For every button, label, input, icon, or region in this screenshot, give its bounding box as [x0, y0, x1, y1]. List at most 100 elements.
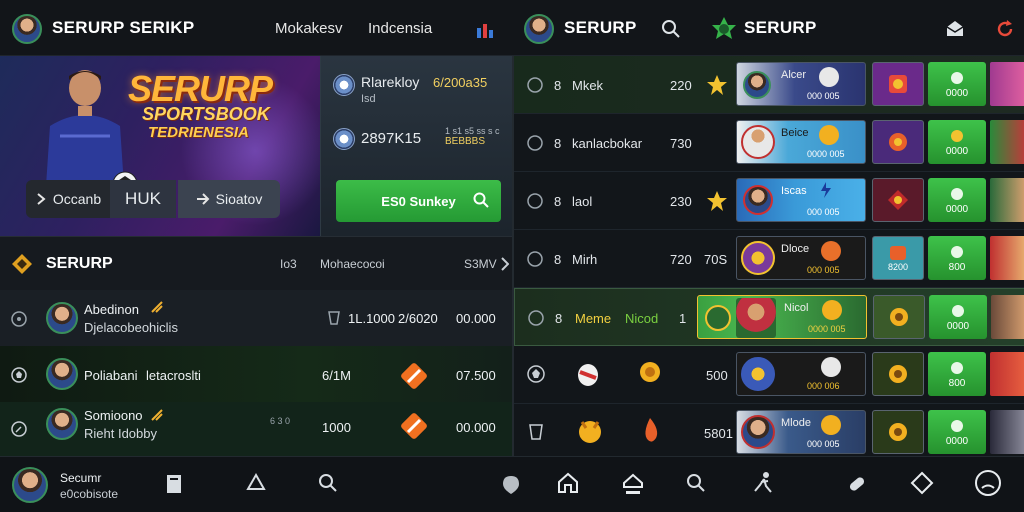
player-value: 1000 [322, 420, 351, 435]
tile-button[interactable] [873, 295, 925, 339]
search-icon[interactable] [658, 16, 684, 42]
odds-row-value: 220 [670, 78, 692, 93]
match-card-mini[interactable]: Dloce 000 005 [736, 236, 866, 280]
odds-row[interactable]: 8 laol 230 Iscas 000 005 0000 [514, 172, 1024, 230]
player-odds[interactable]: 00.000 [456, 311, 496, 326]
home-icon[interactable] [556, 471, 580, 495]
shield-icon [326, 310, 342, 326]
player-avatar [741, 415, 775, 449]
match-card-mini[interactable]: Beice 0000 005 [736, 120, 866, 164]
odds-row[interactable]: 5801 Mlode 000 005 0000 [514, 404, 1024, 462]
ball-icon [819, 67, 839, 87]
match-card-mini[interactable]: Nicol 0000 005 [697, 295, 867, 339]
profile-icon[interactable] [974, 469, 1002, 497]
tile-button[interactable] [872, 352, 924, 396]
match-team-2[interactable]: 2897K15 [361, 130, 421, 147]
user-subtitle: e0cobisote [60, 487, 119, 501]
match-team-1[interactable]: Rlarekloy [361, 74, 419, 90]
green-tile-button[interactable]: 0000 [928, 410, 986, 454]
recycle-icon[interactable] [244, 473, 268, 495]
player-thumb[interactable] [990, 410, 1024, 454]
green-tile-value: 0000 [945, 435, 969, 447]
search-icon[interactable] [318, 473, 338, 493]
green-tile-button[interactable]: 800 [928, 236, 986, 280]
rank-label: 8 [554, 194, 562, 209]
odds-row-label: Meme [575, 311, 612, 326]
tile-button[interactable] [872, 410, 924, 454]
column-header-1[interactable]: Io3 [280, 257, 297, 271]
egg-icon [574, 360, 602, 388]
section-title: SERURP [564, 18, 637, 37]
ball-icon [821, 415, 841, 435]
player-value: 2/6020 [398, 311, 438, 326]
match-card-mini[interactable]: Alcer 000 005 [736, 62, 866, 106]
runner-icon[interactable] [752, 471, 774, 495]
flame-icon [638, 416, 662, 444]
hero-nav-button-1[interactable]: Occanb [26, 180, 110, 218]
nav-link-1[interactable]: Mokakesv [275, 20, 343, 37]
target-icon [526, 76, 544, 94]
match-card-mini[interactable]: 000 006 [736, 352, 866, 396]
green-tile-button[interactable]: 0000 [928, 178, 986, 222]
bookmark-icon[interactable] [164, 473, 184, 495]
player-avatar [741, 125, 775, 159]
ticket-icon[interactable] [910, 471, 934, 495]
list-row[interactable]: Poliabani letacroslti 6/1M 07.500 [0, 346, 512, 402]
hero-nav-button-3[interactable]: Sioatov [178, 180, 280, 218]
green-tile-button[interactable]: 0000 [928, 120, 986, 164]
odds-row[interactable]: 500 000 006 800 [514, 346, 1024, 404]
player-thumb[interactable] [990, 352, 1024, 396]
arrow-right-icon [196, 193, 210, 205]
home-active-icon[interactable] [620, 471, 646, 497]
target-icon [10, 310, 28, 328]
rank-label: 8 [554, 78, 562, 93]
list-row[interactable]: Somioono Rieht Idobby 6 3 0 1000 00.000 [0, 402, 512, 458]
player-odds[interactable]: 07.500 [456, 368, 496, 383]
tile-button[interactable]: 8200 [872, 236, 924, 280]
location-icon[interactable] [502, 475, 520, 495]
match-team-2-odds-top: 1 s1 s5 ss s c [445, 126, 500, 136]
column-header-2[interactable]: Mohaecocoi [320, 257, 385, 271]
odds-row[interactable]: 8 Mirh 720 70S Dloce 000 005 8200 800 [514, 230, 1024, 288]
odds-list: 8 Mkek 220 Alcer 000 005 0000 8 kanlacbo… [512, 56, 1024, 456]
list-row[interactable]: Abedinon Djelacobeohiclis 1L.1000 2/6020… [0, 290, 512, 346]
green-tile-button[interactable]: 800 [928, 352, 986, 396]
chevron-right-icon[interactable] [498, 255, 512, 273]
nav-link-2[interactable]: Indcensia [368, 20, 432, 37]
card-sub: 000 005 [807, 265, 840, 275]
stats-icon[interactable] [472, 16, 498, 42]
green-tile-button[interactable]: 0000 [928, 62, 986, 106]
search-button[interactable]: ES0 Sunkey [336, 180, 501, 222]
odds-row[interactable]: 8 Mkek 220 Alcer 000 005 0000 [514, 56, 1024, 114]
tile-button[interactable] [872, 178, 924, 222]
match-team-1-odds[interactable]: 6/200a35 [433, 75, 487, 90]
search-icon[interactable] [686, 473, 706, 493]
user-avatar[interactable] [12, 14, 42, 44]
player-thumb[interactable] [990, 178, 1024, 222]
odds-row-selected[interactable]: 8 Meme Nicod 1 Nicol 0000 005 0000 [514, 288, 1024, 346]
pill-icon[interactable] [846, 473, 868, 495]
player-thumb[interactable] [990, 236, 1024, 280]
player-thumb[interactable] [990, 120, 1024, 164]
player-thumb[interactable] [990, 62, 1024, 106]
profile-avatar[interactable] [524, 14, 554, 44]
match-team-2-odds-bottom[interactable]: BEBBBS [445, 136, 485, 147]
player-extra: 6/1M [322, 368, 351, 383]
hero-nav-button-2[interactable]: HUK [110, 180, 176, 218]
player-thumb[interactable] [991, 295, 1024, 339]
refresh-icon[interactable] [992, 16, 1018, 42]
player-odds[interactable]: 00.000 [456, 420, 496, 435]
club-badge-icon [741, 357, 775, 391]
match-card-mini[interactable]: Iscas 000 005 [736, 178, 866, 222]
rank-label: 8 [554, 252, 562, 267]
tile-button[interactable] [872, 62, 924, 106]
user-avatar[interactable] [12, 467, 48, 503]
shield-icon [526, 422, 546, 442]
green-tile-button[interactable]: 0000 [929, 295, 987, 339]
tile-button[interactable] [872, 120, 924, 164]
bolt-icon [817, 181, 835, 199]
mail-icon[interactable] [942, 16, 968, 42]
column-header-3[interactable]: S3MV [464, 257, 497, 271]
odds-row[interactable]: 8 kanlacbokar 730 Beice 0000 005 0000 [514, 114, 1024, 172]
match-card-mini[interactable]: Mlode 000 005 [736, 410, 866, 454]
